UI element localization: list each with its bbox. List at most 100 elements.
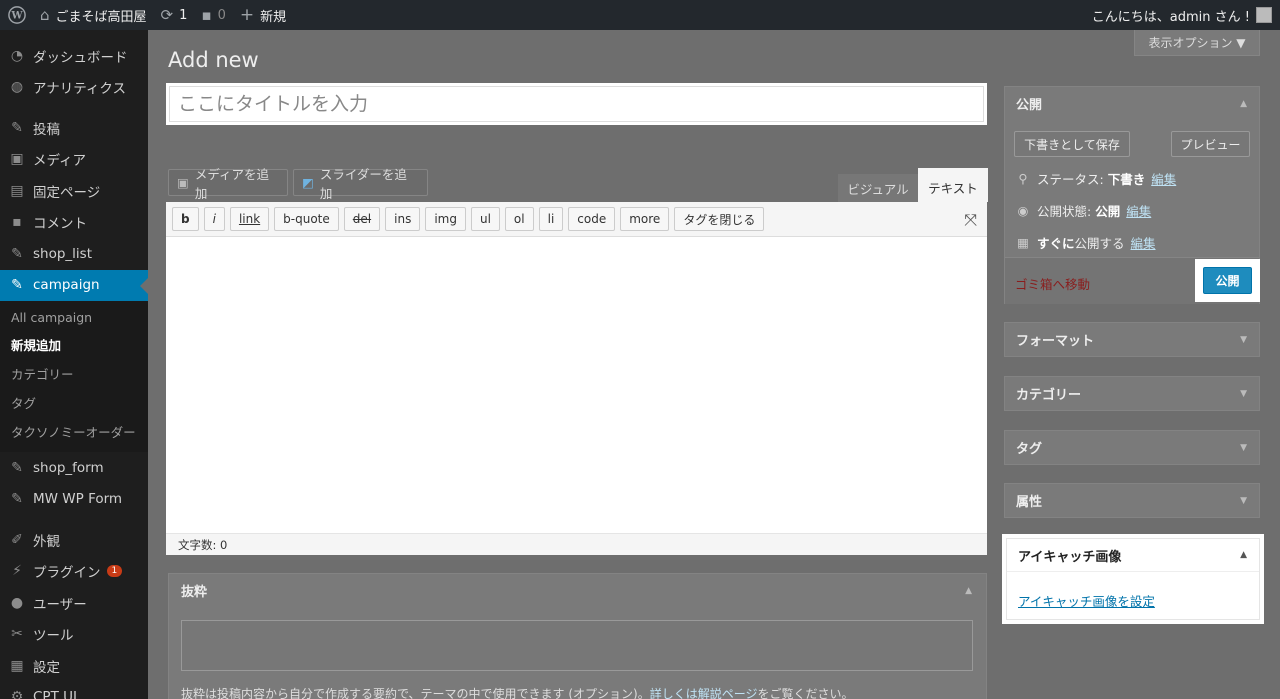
sidebar-item-cpt-ui[interactable]: ⚙ CPT UI bbox=[0, 682, 148, 699]
wordpress-logo-icon[interactable]: W bbox=[0, 0, 33, 30]
sidebar-item-tools[interactable]: ✂ ツール bbox=[0, 619, 148, 651]
qt-ol-button[interactable]: ol bbox=[504, 207, 534, 231]
save-draft-button[interactable]: 下書きとして保存 bbox=[1014, 131, 1130, 157]
attributes-box[interactable]: 属性 ▼ bbox=[1004, 483, 1260, 518]
edit-status-link[interactable]: 編集 bbox=[1151, 169, 1176, 188]
publish-box-header[interactable]: 公開 ▲ bbox=[1005, 87, 1259, 120]
sidebar-item-media[interactable]: ▣ メディア bbox=[0, 144, 148, 176]
qt-ins-button[interactable]: ins bbox=[385, 207, 421, 231]
expand-icon[interactable]: ▼ bbox=[1240, 389, 1247, 399]
submenu-add-new[interactable]: 新規追加 bbox=[0, 330, 148, 359]
collapse-icon[interactable]: ▲ bbox=[965, 586, 972, 596]
qt-img-button[interactable]: img bbox=[425, 207, 466, 231]
excerpt-textarea[interactable] bbox=[181, 620, 973, 671]
pin-icon: ✎ bbox=[11, 277, 23, 294]
publish-button[interactable]: 公開 bbox=[1203, 267, 1252, 294]
sidebar-item-analytics[interactable]: ◍ アナリティクス bbox=[0, 72, 148, 104]
sidebar-item-appearance[interactable]: ✐ 外観 bbox=[0, 524, 148, 556]
expand-icon[interactable]: ▼ bbox=[1240, 496, 1247, 506]
screen-options-button[interactable]: 表示オプション ▼ bbox=[1134, 30, 1260, 56]
excerpt-header[interactable]: 抜粋 ▲ bbox=[169, 574, 986, 607]
greeting: こんにちは、admin さん ! bbox=[1091, 9, 1250, 25]
excerpt-box: 抜粋 ▲ 抜粋は投稿内容から自分で作成する要約で、テーマの中で使用できます (オ… bbox=[168, 573, 987, 699]
sidebar-item-settings[interactable]: ▦ 設定 bbox=[0, 650, 148, 682]
tag-box-title: タグ bbox=[1016, 442, 1043, 457]
text-editor: b i link b-quote del ins img ul ol li co… bbox=[166, 202, 987, 555]
tab-visual[interactable]: ビジュアル bbox=[838, 174, 918, 202]
sidebar-item-label: メディア bbox=[33, 153, 87, 170]
edit-schedule-link[interactable]: 編集 bbox=[1131, 233, 1156, 252]
fullscreen-icon[interactable]: ⤧ bbox=[964, 210, 977, 230]
sidebar-item-comments[interactable]: ▪ コメント bbox=[0, 207, 148, 239]
tab-text[interactable]: テキスト bbox=[918, 168, 988, 202]
comments-link[interactable]: ▪ 0 bbox=[194, 0, 232, 30]
set-featured-image-link[interactable]: アイキャッチ画像を設定 bbox=[1018, 591, 1155, 610]
sidebar-item-shop-form[interactable]: ✎ shop_form bbox=[0, 452, 148, 484]
sidebar-item-label: shop_form bbox=[33, 459, 104, 476]
featured-image-header[interactable]: アイキャッチ画像 ▲ bbox=[1007, 539, 1259, 572]
status-value: 下書き bbox=[1107, 172, 1146, 187]
add-media-label: メディアを追加 bbox=[194, 166, 269, 201]
slider-icon: ◩ bbox=[302, 175, 314, 190]
collapse-icon[interactable]: ▲ bbox=[1240, 99, 1247, 109]
qt-more-button[interactable]: more bbox=[620, 207, 670, 231]
site-name-link[interactable]: ⌂ ごまそば高田屋 bbox=[33, 0, 154, 30]
add-media-button[interactable]: ▣ メディアを追加 bbox=[168, 167, 288, 201]
sidebar-item-label: ツール bbox=[33, 628, 74, 645]
qt-del-button[interactable]: del bbox=[343, 207, 381, 231]
expand-icon[interactable]: ▼ bbox=[1240, 443, 1247, 453]
tag-box[interactable]: タグ ▼ bbox=[1004, 430, 1260, 465]
svg-text:W: W bbox=[10, 11, 23, 22]
qt-ul-button[interactable]: ul bbox=[470, 207, 500, 231]
qt-li-button[interactable]: li bbox=[538, 207, 564, 231]
category-box[interactable]: カテゴリー ▼ bbox=[1004, 376, 1260, 411]
settings-icon: ▦ bbox=[10, 657, 24, 674]
campaign-submenu: All campaign 新規追加 カテゴリー タグ タクソノミーオーダー bbox=[0, 301, 148, 452]
expand-icon[interactable]: ▼ bbox=[1240, 335, 1247, 345]
edit-visibility-link[interactable]: 編集 bbox=[1126, 201, 1151, 220]
status-label: ステータス: bbox=[1037, 172, 1104, 187]
my-account[interactable]: こんにちは、admin さん ! bbox=[1092, 6, 1280, 25]
calendar-icon: ▦ bbox=[1017, 235, 1029, 250]
tag-box-header[interactable]: タグ ▼ bbox=[1005, 431, 1259, 464]
excerpt-desc-text: 抜粋は投稿内容から自分で作成する要約で、テーマの中で使用できます (オプション)… bbox=[181, 687, 650, 699]
qt-blockquote-button[interactable]: b-quote bbox=[274, 207, 339, 231]
updates-link[interactable]: ⟳ 1 bbox=[154, 0, 195, 30]
page-icon: ▤ bbox=[10, 182, 24, 199]
sidebar-item-posts[interactable]: ✎ 投稿 bbox=[0, 112, 148, 144]
format-box-header[interactable]: フォーマット ▼ bbox=[1005, 323, 1259, 356]
collapse-icon[interactable]: ▲ bbox=[1240, 550, 1247, 560]
submenu-category[interactable]: カテゴリー bbox=[0, 359, 148, 388]
content-textarea[interactable] bbox=[166, 237, 987, 533]
submenu-taxonomy-order[interactable]: タクソノミーオーダー bbox=[0, 417, 148, 446]
title-input[interactable] bbox=[169, 86, 984, 122]
preview-button[interactable]: プレビュー bbox=[1171, 131, 1250, 157]
trash-link[interactable]: ゴミ箱へ移動 bbox=[1015, 274, 1090, 293]
sidebar-item-campaign[interactable]: ✎ campaign bbox=[0, 269, 148, 301]
add-slider-button[interactable]: ◩ スライダーを追加 bbox=[293, 167, 428, 201]
sidebar-item-dashboard[interactable]: ◔ ダッシュボード bbox=[0, 40, 148, 72]
plugin-icon: ⚡ bbox=[12, 563, 22, 580]
sidebar-item-pages[interactable]: ▤ 固定ページ bbox=[0, 175, 148, 207]
attributes-box-header[interactable]: 属性 ▼ bbox=[1005, 484, 1259, 517]
qt-italic-button[interactable]: i bbox=[203, 207, 225, 231]
sidebar-item-users[interactable]: ● ユーザー bbox=[0, 587, 148, 619]
qt-code-button[interactable]: code bbox=[568, 207, 616, 231]
sidebar-item-shop-list[interactable]: ✎ shop_list bbox=[0, 238, 148, 270]
sidebar-item-plugins[interactable]: ⚡ プラグイン 1 bbox=[0, 556, 148, 588]
category-box-header[interactable]: カテゴリー ▼ bbox=[1005, 377, 1259, 410]
new-content-link[interactable]: + 新規 bbox=[233, 0, 293, 30]
qt-close-tags-button[interactable]: タグを閉じる bbox=[674, 207, 765, 231]
qt-bold-button[interactable]: b bbox=[172, 207, 199, 231]
submenu-tag[interactable]: タグ bbox=[0, 388, 148, 417]
add-slider-label: スライダーを追加 bbox=[319, 166, 407, 201]
submenu-all-campaign[interactable]: All campaign bbox=[0, 305, 148, 330]
plus-icon: + bbox=[239, 5, 255, 25]
publish-box-title: 公開 bbox=[1016, 98, 1043, 113]
sidebar-item-label: CPT UI bbox=[33, 689, 77, 699]
qt-link-button[interactable]: link bbox=[229, 207, 270, 231]
quicktags-toolbar: b i link b-quote del ins img ul ol li co… bbox=[166, 202, 987, 237]
sidebar-item-mw-wp-form[interactable]: ✎ MW WP Form bbox=[0, 484, 148, 516]
excerpt-help-link[interactable]: 詳しくは解説ページ bbox=[650, 687, 758, 699]
format-box[interactable]: フォーマット ▼ bbox=[1004, 322, 1260, 357]
